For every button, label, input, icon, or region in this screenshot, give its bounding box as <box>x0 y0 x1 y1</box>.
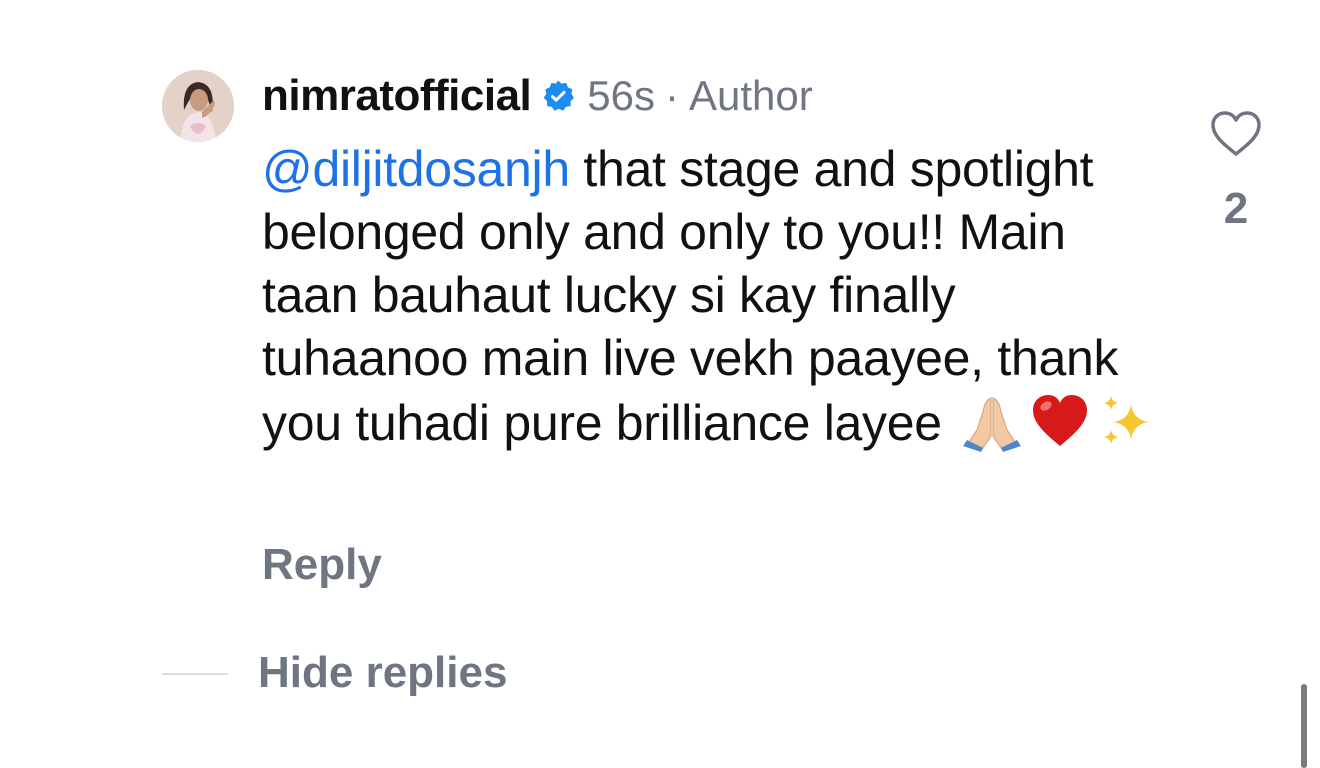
username[interactable]: nimratofficial <box>262 71 532 121</box>
comment-header: nimratofficial 56s · Author <box>262 66 813 126</box>
comment-timestamp: 56s <box>587 72 655 119</box>
replies-divider <box>162 673 228 675</box>
like-button[interactable] <box>1208 108 1264 160</box>
avatar[interactable] <box>162 70 234 142</box>
like-count: 2 <box>1223 184 1249 233</box>
comment-screen: nimratofficial 56s · Author @diljitdosan… <box>0 0 1320 768</box>
author-label: Author <box>689 72 813 119</box>
sparkles-emoji <box>1097 390 1159 452</box>
mention-link[interactable]: @diljitdosanjh <box>262 141 570 197</box>
hide-replies-button[interactable]: Hide replies <box>258 648 507 698</box>
heart-outline-icon <box>1211 111 1261 156</box>
meta-separator: · <box>665 72 679 119</box>
verified-badge-icon <box>541 79 575 113</box>
red-heart-emoji <box>1029 390 1091 452</box>
scrollbar[interactable] <box>1301 684 1307 768</box>
avatar-image <box>162 70 234 142</box>
folded-hands-emoji <box>961 390 1023 452</box>
comment-text: @diljitdosanjh that stage and spotlight … <box>262 138 1162 455</box>
reply-button[interactable]: Reply <box>262 540 382 590</box>
